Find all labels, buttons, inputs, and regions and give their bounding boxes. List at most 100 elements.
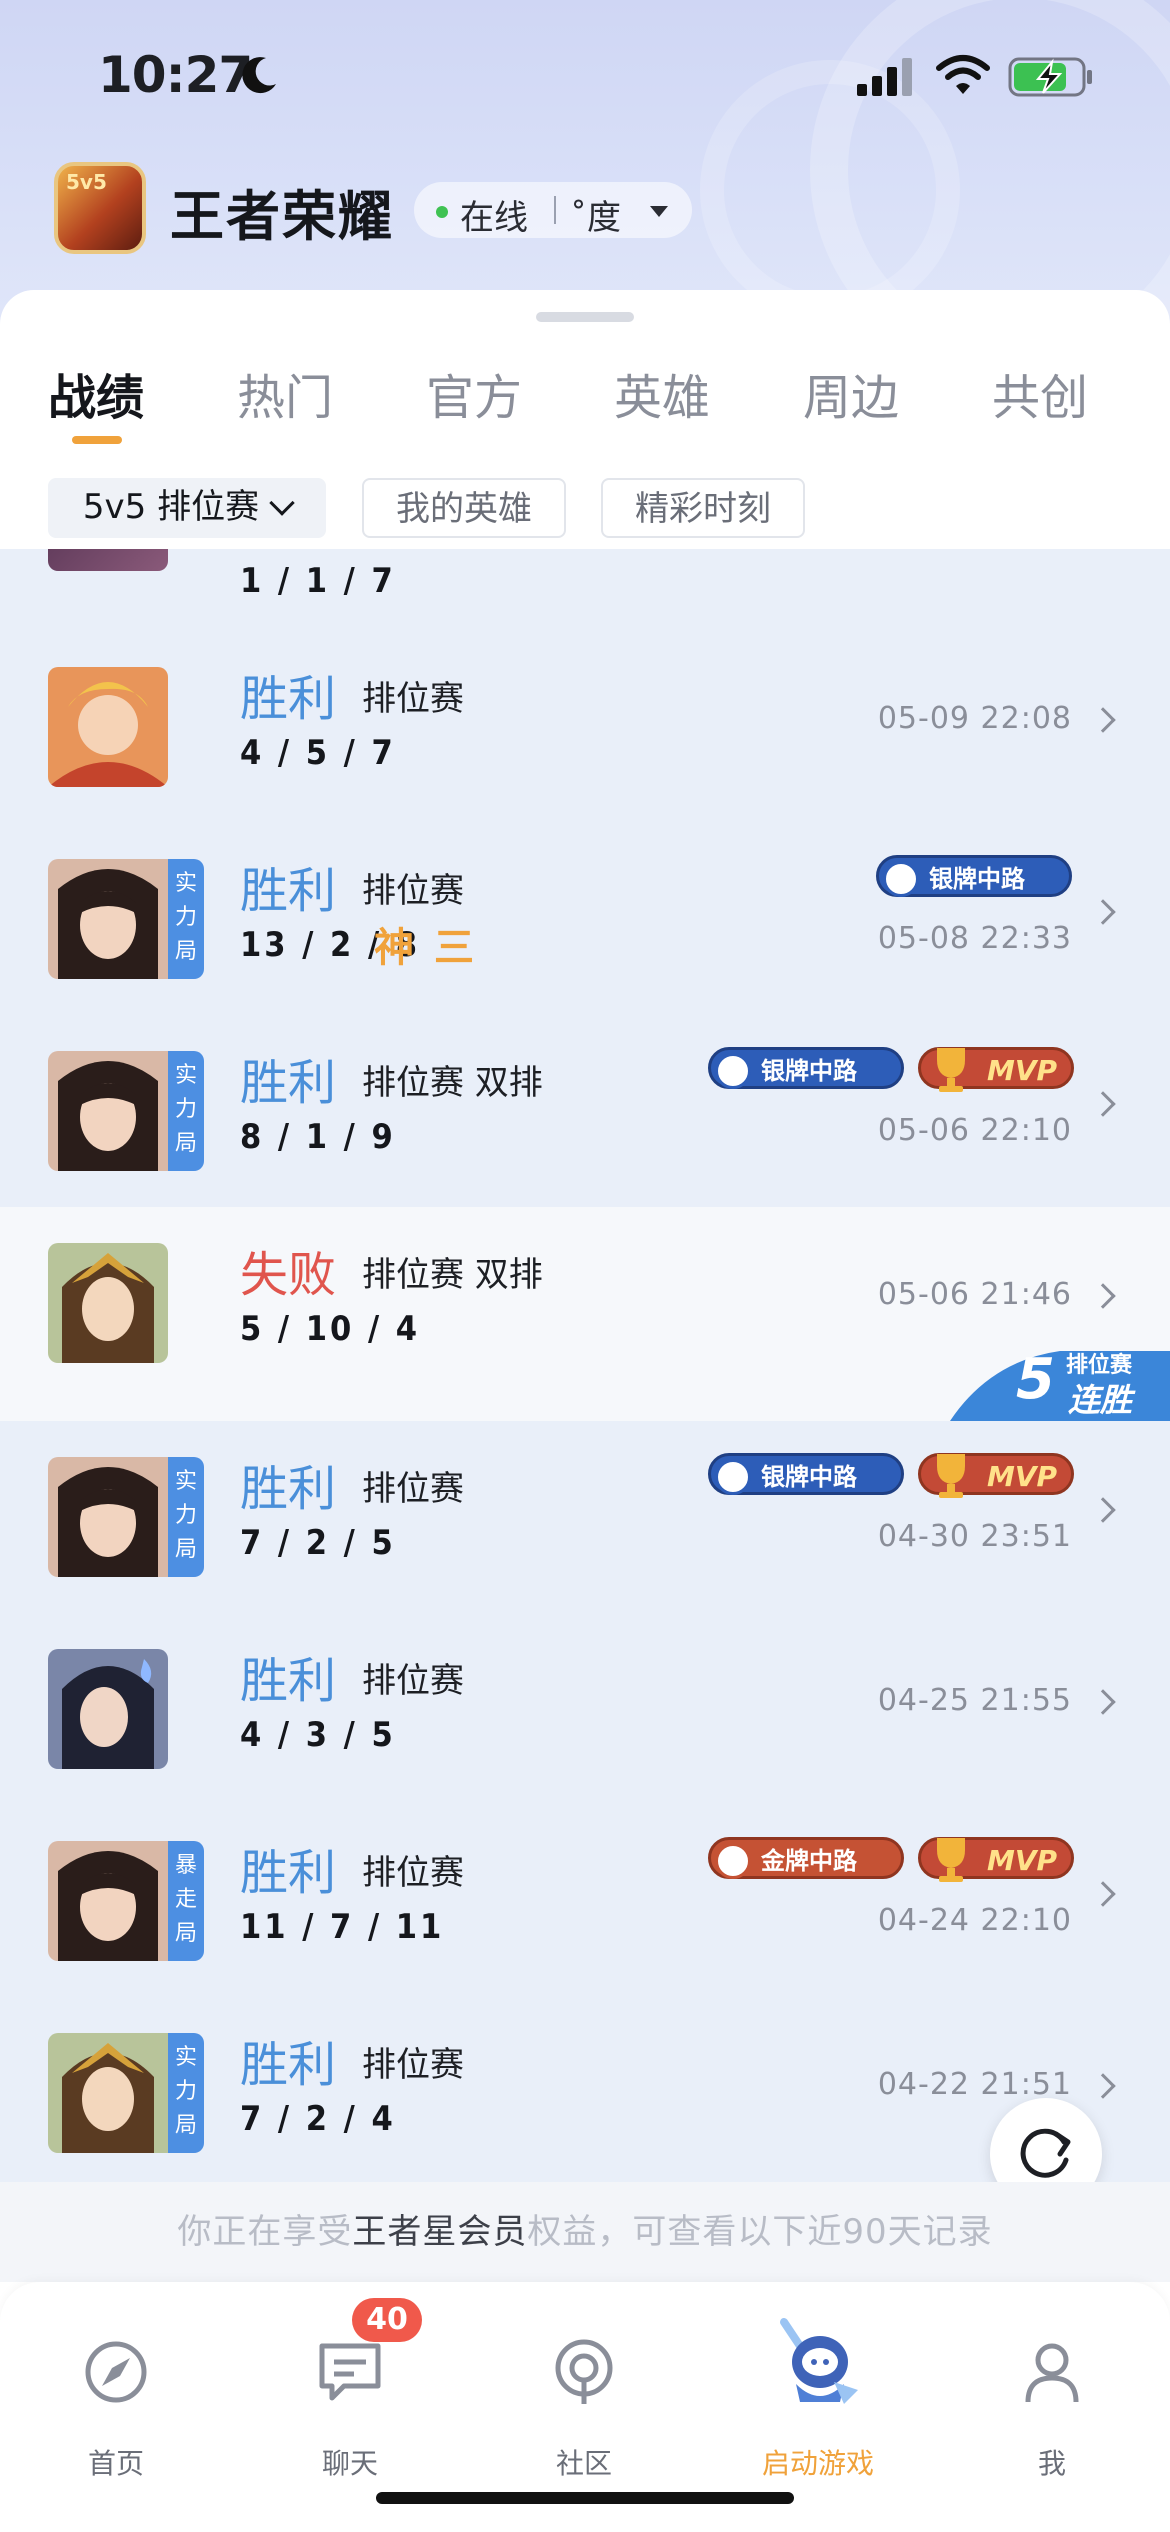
online-dot-icon [436,206,448,218]
match-mode: 排位赛 双排 [362,1255,543,1295]
my-heroes-filter[interactable]: 我的英雄 [362,478,566,538]
triple-kill-honor: 三 [434,925,474,971]
match-row[interactable]: 暴走局 胜利 排位赛 11 / 7 / 11 金牌中路 MVP 04-24 22… [0,1805,1170,1997]
launch-game-icon [780,2318,858,2404]
hero-avatar [48,1243,168,1363]
tabbar-profile[interactable]: 我 [972,2322,1132,2482]
avatar-tag: 实力局 [168,1051,204,1171]
match-row[interactable]: 胜利 排位赛 4 / 5 / 7 05-09 22:08 [0,631,1170,823]
match-row[interactable]: 1 / 1 / 7 [0,549,1170,631]
hero-portrait [48,1457,168,1577]
tabbar-launch-game[interactable]: 启动游戏 [738,2318,898,2482]
tabbar-community[interactable]: 社区 [504,2322,664,2482]
mvp-badge: MVP [918,1047,1074,1092]
match-time: 04-24 22:10 [877,1903,1072,1938]
membership-name[interactable]: 王者星会员 [352,2212,527,2252]
match-row[interactable]: 实力局 胜利 排位赛 7 / 2 / 5 银牌中路 MVP 04-30 23:5… [0,1421,1170,1613]
match-row[interactable]: 实力局 胜利 排位赛 13 / 2 / 8 神 三 银牌中路 05-08 22:… [0,823,1170,1015]
signal-icon [857,58,912,96]
match-result: 胜利 [240,1845,337,1901]
match-list[interactable]: 1 / 1 / 7 胜利 排位赛 4 / 5 / 7 05-09 22:08 实… [0,549,1170,2182]
match-result: 胜利 [240,1653,337,1709]
tabbar-label: 聊天 [321,2447,378,2480]
match-result: 失败 [240,1247,337,1303]
avatar-tag: 实力局 [168,2033,204,2153]
hero-avatar [48,549,168,571]
chevron-right-icon [1090,1091,1116,1117]
tab-heroes[interactable]: 英雄 [614,358,710,428]
silver-mid-badge: 银牌中路 [708,1453,904,1495]
kda: 8 / 1 / 9 [240,1117,396,1157]
hero-portrait [48,1841,168,1961]
sheet-handle[interactable] [536,312,634,322]
kda: 7 / 2 / 5 [240,1523,396,1563]
win-streak-ribbon: 5 排位赛 连胜 [950,1341,1170,1421]
trophy-icon [937,1048,965,1092]
streak-count: 5 [1016,1347,1055,1412]
highlights-filter[interactable]: 精彩时刻 [601,478,805,538]
hero-avatar: 实力局 [48,859,204,979]
streak-label-bottom: 连胜 [1068,1381,1133,1419]
avatar-tag: 暴走局 [168,1841,204,1961]
match-result: 胜利 [240,1055,337,1111]
match-row[interactable]: 胜利 排位赛 4 / 3 / 5 04-25 21:55 [0,1613,1170,1805]
badge-label: 银牌中路 [761,1057,857,1085]
match-row[interactable]: 实力局 胜利 排位赛 双排 8 / 1 / 9 银牌中路 MVP 05-06 2… [0,1015,1170,1207]
chevron-right-icon [1090,707,1116,733]
tab-records[interactable]: 战绩 [48,358,144,428]
tab-official[interactable]: 官方 [426,358,522,428]
match-mode: 排位赛 [362,1853,464,1893]
match-row[interactable]: 失败 排位赛 双排 5 / 10 / 4 05-06 21:46 5 排位赛 连… [0,1207,1170,1421]
mvp-badge: MVP [918,1453,1074,1498]
tabbar-label: 我 [1037,2447,1066,2480]
match-mode: 排位赛 [362,2045,464,2085]
chat-unread-badge: 40 [352,2298,422,2342]
sword-icon [715,1053,751,1089]
badge-label: MVP [987,1460,1058,1493]
tabbar-label: 首页 [87,2447,144,2480]
status-extra-text: ˚度 [570,198,621,238]
silver-mid-badge: 银牌中路 [708,1047,904,1089]
tabbar-label: 启动游戏 [761,2447,874,2480]
battery-charging-icon [1008,57,1092,97]
caret-down-icon [650,206,668,217]
tab-hot[interactable]: 热门 [237,358,333,428]
hero-portrait [48,1649,168,1769]
kda: 1 / 1 / 7 [240,561,396,601]
match-time: 05-09 22:08 [877,701,1072,736]
sword-icon [715,1843,751,1879]
trophy-icon [937,1454,965,1498]
divider [554,196,556,224]
tabbar-home[interactable]: 首页 [36,2322,196,2482]
hero-portrait [48,1243,168,1363]
chevron-right-icon [1090,1283,1116,1309]
chevron-right-icon [1090,1497,1116,1523]
category-tabs: 战绩 热门 官方 英雄 周边 共创 [0,358,1170,438]
tabbar-chat[interactable]: 聊天 [270,2322,430,2482]
match-mode: 排位赛 [362,871,464,911]
chevron-right-icon [1090,2073,1116,2099]
hero-portrait [48,859,168,979]
online-status-selector[interactable]: 在线 ˚度 [414,182,692,238]
kda: 7 / 2 / 4 [240,2099,396,2139]
match-time: 05-08 22:33 [877,921,1072,956]
tab-cocreate[interactable]: 共创 [992,358,1088,428]
match-time: 04-22 21:51 [877,2067,1072,2102]
game-logo[interactable]: 5v5 [54,162,146,254]
hero-avatar [48,1649,168,1769]
tab-merch[interactable]: 周边 [803,358,899,428]
match-result: 胜利 [240,1461,337,1517]
badge-label: MVP [987,1844,1058,1877]
badge-label: 金牌中路 [761,1847,857,1875]
chevron-right-icon [1090,899,1116,925]
hero-avatar [48,667,168,787]
kda: 11 / 7 / 11 [240,1907,445,1947]
match-time: 05-06 22:10 [877,1113,1072,1148]
hero-avatar: 实力局 [48,2033,204,2153]
badge-label: 银牌中路 [929,865,1025,893]
match-time: 05-06 21:46 [877,1277,1072,1312]
chevron-down-icon [269,490,295,516]
badge-label: 银牌中路 [761,1463,857,1491]
mode-select[interactable]: 5v5 排位赛 [48,478,326,538]
app-title: 王者荣耀 [170,185,394,248]
